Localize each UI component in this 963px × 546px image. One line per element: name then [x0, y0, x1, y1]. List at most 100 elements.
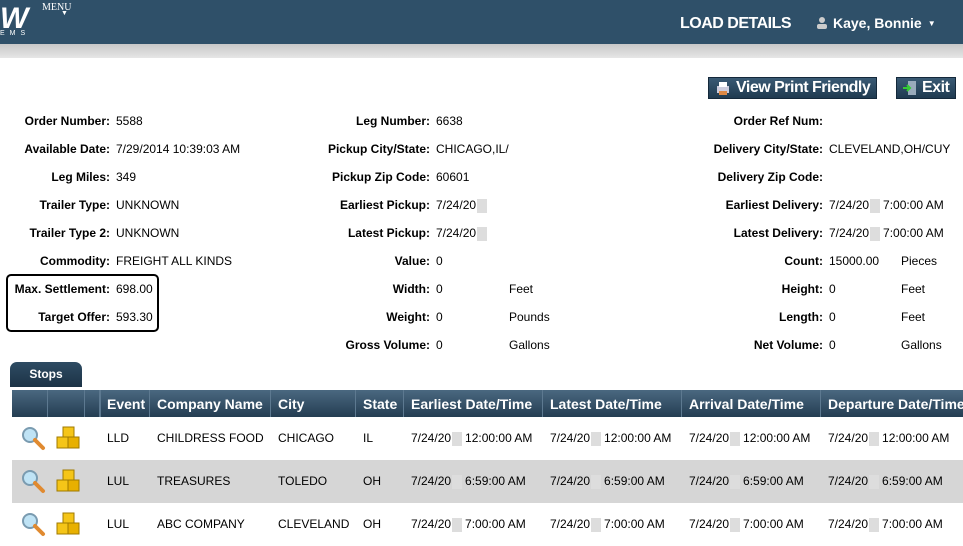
field-value: 0 [829, 310, 836, 324]
boxes-icon[interactable] [56, 511, 82, 540]
cell-time: 6:59:00 AM [604, 474, 665, 488]
value-text: 7/24/20 [436, 226, 477, 240]
value-text: 7/24/20 [829, 226, 870, 240]
cell-time: 6:59:00 AM [882, 474, 943, 488]
field-label: Delivery City/State: [713, 142, 823, 156]
field-value: 15000.00 [829, 254, 879, 268]
cell-datetime: 7/24/20 7:00:00 AM [689, 517, 804, 532]
magnifier-icon[interactable] [20, 425, 46, 454]
cell-date: 7/24/20 [689, 517, 730, 531]
column-header[interactable]: Earliest Date/Time [411, 396, 532, 412]
value-text: FREIGHT ALL KINDS [116, 254, 233, 268]
menu-button[interactable]: MENU [42, 3, 71, 13]
field-value: 7/29/2014 10:39:03 AM [116, 142, 240, 156]
column-separator [681, 390, 682, 417]
column-header[interactable]: State [363, 396, 397, 412]
value-text: 0 [829, 310, 836, 324]
chevron-down-icon[interactable]: ▼ [61, 10, 68, 17]
field-value: FREIGHT ALL KINDS [116, 254, 232, 268]
redacted-block [869, 517, 880, 532]
field-label: Latest Pickup: [347, 226, 430, 240]
field-value: 7/24/20 [436, 226, 488, 241]
cell-company: CHILDRESS FOOD [157, 431, 264, 445]
value-time: 7:00:00 AM [883, 226, 944, 240]
cell-datetime: 7/24/20 12:00:00 AM [550, 431, 671, 446]
field-value: 349 [116, 170, 136, 184]
cell-datetime: 7/24/20 7:00:00 AM [411, 517, 526, 532]
field-value: 7/24/20 [436, 198, 488, 213]
field-value: 0 [829, 338, 836, 352]
field-value: 0 [436, 254, 443, 268]
cell-state: OH [363, 474, 381, 488]
cell-city: TOLEDO [278, 474, 328, 488]
field-label: Order Number: [24, 114, 110, 128]
field-label: Pickup Zip Code: [331, 170, 430, 184]
redacted-block [452, 517, 463, 532]
field-value: CHICAGO,IL/ [436, 142, 509, 156]
column-header[interactable]: Departure Date/Time [828, 396, 963, 412]
value-text: 6638 [436, 114, 463, 128]
user-icon [817, 17, 827, 29]
field-value: 0 [436, 282, 443, 296]
cell-datetime: 7/24/20 7:00:00 AM [828, 517, 943, 532]
value-text: CLEVELAND,OH/CUY [829, 142, 951, 156]
table-row[interactable]: LUL TREASURES TOLEDO OH 7/24/20 6:59:00 AM 7/2… [12, 460, 963, 503]
column-separator [403, 390, 404, 417]
redacted-block [591, 431, 602, 446]
field-label: Width: [392, 282, 430, 296]
field-label: Value: [394, 254, 430, 268]
column-header[interactable]: Latest Date/Time [550, 396, 662, 412]
value-text: CHICAGO,IL/ [436, 142, 509, 156]
view-print-friendly-button[interactable]: View Print Friendly [708, 77, 878, 99]
redacted-block [730, 474, 741, 489]
magnifier-icon[interactable] [20, 511, 46, 540]
cell-datetime: 7/24/20 6:59:00 AM [411, 474, 526, 489]
cell-state: IL [363, 431, 374, 445]
field-value: 0 [829, 282, 836, 296]
cell-time: 7:00:00 AM [465, 517, 526, 531]
redacted-block [477, 226, 488, 241]
column-separator [355, 390, 356, 417]
column-header[interactable]: City [278, 396, 304, 412]
field-value: UNKNOWN [116, 226, 179, 240]
value-text: 0 [436, 338, 443, 352]
cell-time: 12:00:00 AM [465, 431, 533, 445]
tab-stops[interactable]: Stops [10, 362, 82, 387]
value-text: 7/24/20 [436, 198, 477, 212]
logo-subtitle: EMS [0, 30, 31, 37]
column-header[interactable]: Event [107, 396, 145, 412]
column-header[interactable]: Company Name [157, 396, 263, 412]
redacted-block [477, 198, 488, 213]
field-label: Weight: [386, 310, 430, 324]
printer-icon [717, 82, 729, 95]
table-row[interactable]: LLD CHILDRESS FOOD CHICAGO IL 7/24/20 12:00:0… [12, 417, 963, 460]
redacted-block [870, 226, 881, 241]
boxes-icon[interactable] [56, 425, 82, 454]
cell-event: LLD [107, 431, 130, 445]
cell-city: CLEVELAND [278, 517, 350, 531]
cell-datetime: 7/24/20 7:00:00 AM [550, 517, 665, 532]
user-menu[interactable]: Kaye, Bonnie ▼ [817, 15, 936, 31]
value-text: 0 [436, 254, 443, 268]
app-header: W EMS MENU ▼ LOAD DETAILS Kaye, Bonnie ▼ [0, 0, 963, 44]
field-unit: Pieces [901, 254, 938, 268]
value-text: 0 [829, 338, 836, 352]
field-value: CLEVELAND,OH/CUY [829, 142, 950, 156]
exit-button[interactable]: Exit [896, 77, 957, 99]
value-text: 349 [116, 170, 137, 184]
column-header[interactable]: Arrival Date/Time [689, 396, 804, 412]
magnifier-icon[interactable] [20, 468, 46, 497]
value-text: 0 [436, 310, 443, 324]
cell-datetime: 7/24/20 6:59:00 AM [828, 474, 943, 489]
field-label: Gross Volume: [345, 338, 430, 352]
value-time: 7:00:00 AM [883, 198, 944, 212]
stops-table-header: Event Company Name City State Earliest Date/… [12, 390, 963, 417]
cell-city: CHICAGO [278, 431, 335, 445]
value-text: 7/29/2014 10:39:03 AM [116, 142, 241, 156]
field-unit: Feet [509, 282, 534, 296]
cell-date: 7/24/20 [550, 517, 591, 531]
table-row[interactable]: LUL ABC COMPANY CLEVELAND OH 7/24/20 7:00:00 … [12, 503, 963, 546]
cell-time: 7:00:00 AM [743, 517, 804, 531]
cell-date: 7/24/20 [828, 474, 869, 488]
boxes-icon[interactable] [56, 468, 82, 497]
